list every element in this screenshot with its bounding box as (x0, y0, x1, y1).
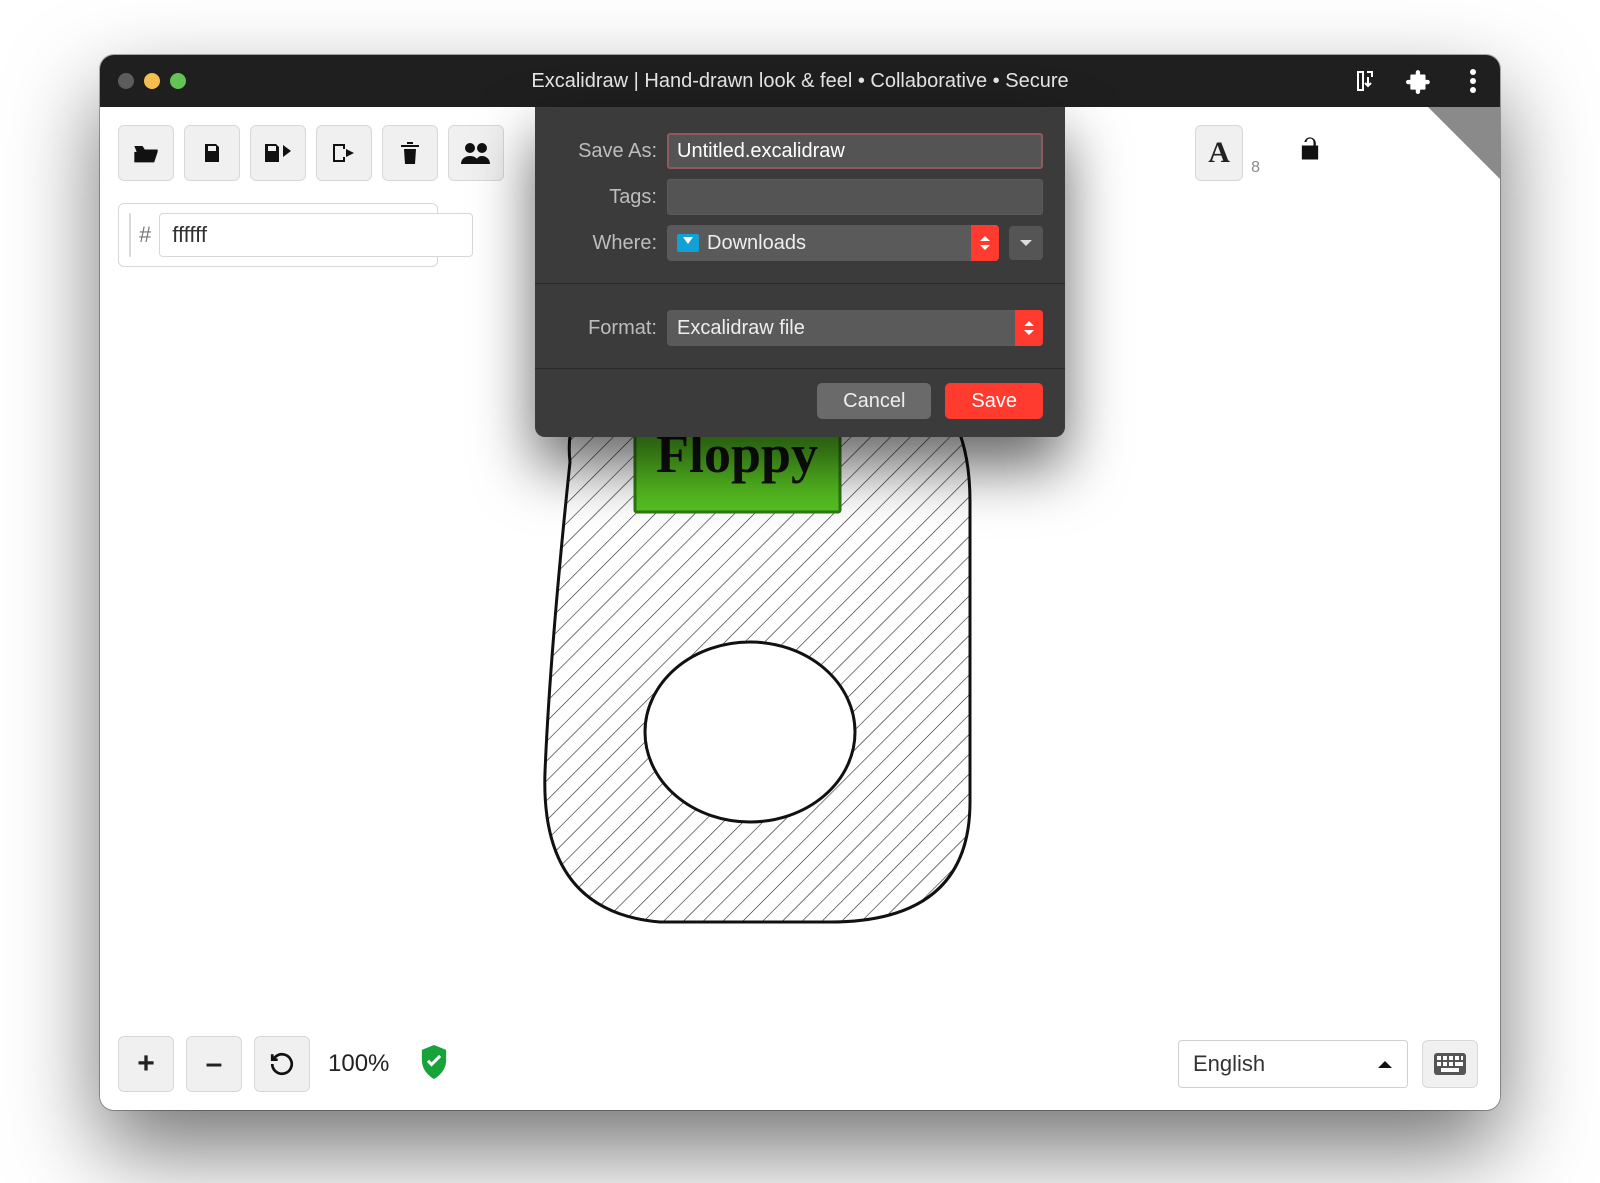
close-window-dot[interactable] (118, 73, 134, 89)
keyboard-button[interactable] (1422, 1040, 1478, 1088)
zoom-out-button[interactable]: – (186, 1036, 242, 1092)
zoom-window-dot[interactable] (170, 73, 186, 89)
select-stepper-icon (971, 225, 999, 261)
dialog-footer: Cancel Save (535, 369, 1065, 437)
tool-shortcut-badge: 8 (1251, 159, 1260, 181)
zoom-reset-button[interactable] (254, 1036, 310, 1092)
color-panel: # (118, 203, 438, 267)
traffic-lights (118, 73, 186, 89)
language-value: English (1193, 1051, 1265, 1077)
where-label: Where: (557, 232, 657, 255)
shield-icon[interactable] (419, 1045, 449, 1084)
select-stepper-icon (1015, 310, 1043, 346)
hash-symbol: # (139, 222, 151, 248)
language-select[interactable]: English (1178, 1040, 1408, 1088)
save-dialog: Save As: Tags: Where: Downloads (535, 107, 1065, 437)
format-value: Excalidraw file (677, 317, 805, 340)
hex-input[interactable] (159, 213, 473, 257)
format-select[interactable]: Excalidraw file (667, 310, 1043, 346)
downloads-folder-icon (677, 234, 699, 252)
tags-input[interactable] (667, 179, 1043, 215)
save-as-button[interactable] (250, 125, 306, 181)
zoom-level: 100% (328, 1050, 389, 1078)
trash-button[interactable] (382, 125, 438, 181)
cancel-button[interactable]: Cancel (817, 383, 931, 419)
save-as-input[interactable] (667, 133, 1043, 169)
titlebar-right (1352, 68, 1486, 94)
tags-label: Tags: (557, 186, 657, 209)
confirm-save-button[interactable]: Save (945, 383, 1043, 419)
window-title: Excalidraw | Hand-drawn look & feel • Co… (100, 70, 1500, 93)
chevron-up-icon (1377, 1059, 1393, 1069)
zoom-in-button[interactable]: + (118, 1036, 174, 1092)
browser-window: Excalidraw | Hand-drawn look & feel • Co… (100, 55, 1500, 1110)
expand-dialog-button[interactable] (1009, 226, 1043, 260)
export-button[interactable] (316, 125, 372, 181)
save-as-label: Save As: (557, 140, 657, 163)
stage: Excalidraw | Hand-drawn look & feel • Co… (0, 0, 1600, 1183)
install-icon[interactable] (1352, 68, 1378, 94)
zoom-controls: + – 100% (118, 1036, 449, 1092)
minimize-window-dot[interactable] (144, 73, 160, 89)
text-tool-button[interactable]: A (1195, 125, 1243, 181)
right-tool-group: A 8 (1195, 125, 1260, 181)
open-button[interactable] (118, 125, 174, 181)
corner-ribbon[interactable] (1428, 107, 1500, 179)
save-button[interactable] (184, 125, 240, 181)
color-swatch[interactable] (129, 213, 131, 257)
file-toolbar (118, 125, 504, 181)
where-select[interactable]: Downloads (667, 225, 999, 261)
titlebar: Excalidraw | Hand-drawn look & feel • Co… (100, 55, 1500, 107)
extensions-icon[interactable] (1406, 68, 1432, 94)
where-value: Downloads (707, 232, 806, 255)
lock-icon[interactable] (1296, 135, 1324, 170)
format-label: Format: (557, 317, 657, 340)
collaborate-button[interactable] (448, 125, 504, 181)
kebab-menu-icon[interactable] (1460, 68, 1486, 94)
